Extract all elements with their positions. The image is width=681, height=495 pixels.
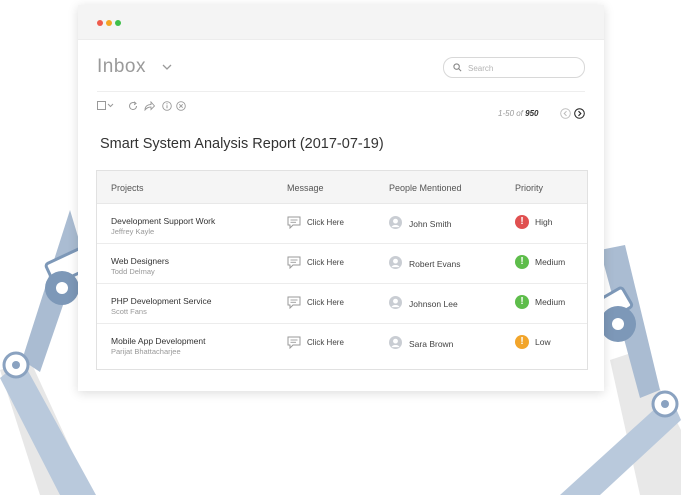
priority-label: Low [535,337,551,347]
column-header-people[interactable]: People Mentioned [389,183,462,193]
priority-alert-icon: ! [515,335,529,349]
table-row[interactable]: Web Designers Todd Delmay Click Here Robert… [97,243,587,284]
message-icon[interactable] [287,256,301,269]
close-window-dot[interactable] [97,20,103,26]
avatar [389,336,402,349]
column-header-priority[interactable]: Priority [515,183,543,193]
close-icon[interactable] [176,101,186,111]
priority-label: Medium [535,257,566,267]
person-mentioned: John Smith [409,219,452,229]
search-box[interactable] [443,57,585,78]
maximize-window-dot[interactable] [115,20,121,26]
refresh-icon[interactable] [128,101,138,111]
click-here-link[interactable]: Click Here [307,338,344,347]
person-mentioned: Johnson Lee [409,299,458,309]
table-row[interactable]: PHP Development Service Scott Fans Click H… [97,283,587,324]
report-title: Smart System Analysis Report (2017-07-19… [100,136,384,152]
chevron-down-icon[interactable] [162,64,172,70]
priority-alert-icon: ! [515,255,529,269]
click-here-link[interactable]: Click Here [307,218,344,227]
column-header-projects[interactable]: Projects [111,183,144,193]
priority-symbol: ! [520,296,524,307]
project-owner: Parijat Bhattacharjee [111,347,181,356]
report-table: Projects Message People Mentioned Priori… [96,170,588,370]
pagination-range: 1-50 of [498,109,523,118]
priority-symbol: ! [520,216,524,227]
click-here-link[interactable]: Click Here [307,298,344,307]
next-page-icon[interactable] [574,108,585,119]
click-here-link[interactable]: Click Here [307,258,344,267]
previous-page-icon[interactable] [560,108,571,119]
message-icon[interactable] [287,336,301,349]
priority-label: Medium [535,297,566,307]
forward-icon[interactable] [144,101,155,111]
pagination-total: 950 [525,109,539,118]
avatar [389,216,402,229]
project-owner: Todd Delmay [111,267,155,276]
avatar [389,256,402,269]
inbox-title[interactable]: Inbox [97,56,146,78]
priority-symbol: ! [520,256,524,267]
app-window: Inbox 1-50 of 950 [78,5,604,391]
project-name: Mobile App Development [111,336,206,346]
priority-alert-icon: ! [515,295,529,309]
info-icon[interactable] [162,101,172,111]
select-checkbox-icon[interactable] [97,101,115,111]
message-icon[interactable] [287,296,301,309]
person-mentioned: Sara Brown [409,339,454,349]
avatar [389,296,402,309]
project-name: Web Designers [111,256,169,266]
project-owner: Jeffrey Kayle [111,227,155,236]
table-header: Projects Message People Mentioned Priori… [97,171,587,204]
table-row[interactable]: Mobile App Development Parijat Bhattachar… [97,323,587,363]
column-header-message[interactable]: Message [287,183,324,193]
priority-alert-icon: ! [515,215,529,229]
priority-label: High [535,217,553,227]
title-bar [78,5,604,40]
project-name: PHP Development Service [111,296,212,306]
minimize-window-dot[interactable] [106,20,112,26]
priority-symbol: ! [520,336,524,347]
person-mentioned: Robert Evans [409,259,461,269]
search-input[interactable] [466,59,580,77]
search-icon [453,63,462,72]
table-row[interactable]: Development Support Work Jeffrey Kayle Cli… [97,203,587,244]
header-divider [97,91,585,92]
project-owner: Scott Fans [111,307,147,316]
pagination-info: 1-50 of 950 [498,109,539,118]
project-name: Development Support Work [111,216,216,226]
message-icon[interactable] [287,216,301,229]
